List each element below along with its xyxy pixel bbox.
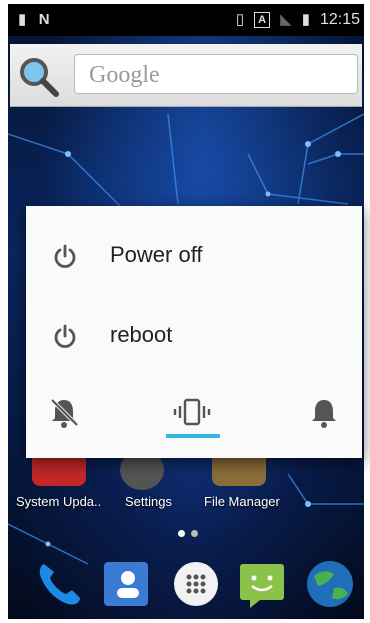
app-label-system-update[interactable]: System Upda.. <box>16 494 101 509</box>
power-menu-dialog: Power off reboot <box>26 206 362 458</box>
reboot-option[interactable]: reboot <box>26 302 362 372</box>
no-signal-icon: ◣ <box>280 11 292 28</box>
google-search-widget[interactable]: Google <box>10 44 362 107</box>
vibrate-icon[interactable] <box>172 392 212 432</box>
page-dot <box>178 530 185 537</box>
sim-icon: ▮ <box>18 11 27 28</box>
magnifier-icon[interactable] <box>16 54 60 98</box>
page-dot <box>191 530 198 537</box>
battery-icon: ▮ <box>301 11 310 28</box>
bell-off-icon[interactable] <box>44 392 84 432</box>
contacts-icon[interactable] <box>100 558 152 610</box>
reboot-label: reboot <box>110 322 173 347</box>
a-icon: A <box>254 12 271 28</box>
power-off-label: Power off <box>110 242 203 267</box>
app-label-settings[interactable]: Settings <box>125 494 172 509</box>
app-label-file-manager[interactable]: File Manager <box>204 494 280 509</box>
status-bar: ▮ N ▯ A ◣ ▮ 12:15 <box>8 4 364 36</box>
phone-icon[interactable] <box>34 558 86 610</box>
messaging-icon[interactable] <box>236 558 288 610</box>
power-icon <box>54 244 76 268</box>
power-off-option[interactable]: Power off <box>26 222 362 292</box>
clock: 12:15 <box>319 11 360 28</box>
app-drawer-icon[interactable] <box>170 558 222 610</box>
selected-mode-indicator <box>166 434 220 438</box>
bell-icon[interactable] <box>304 392 344 432</box>
browser-icon[interactable] <box>304 558 356 610</box>
n-icon: N <box>38 11 50 28</box>
power-icon <box>54 324 76 348</box>
vibrate-icon: ▯ <box>235 11 245 28</box>
page-indicator <box>178 530 198 537</box>
search-input[interactable]: Google <box>74 54 358 94</box>
